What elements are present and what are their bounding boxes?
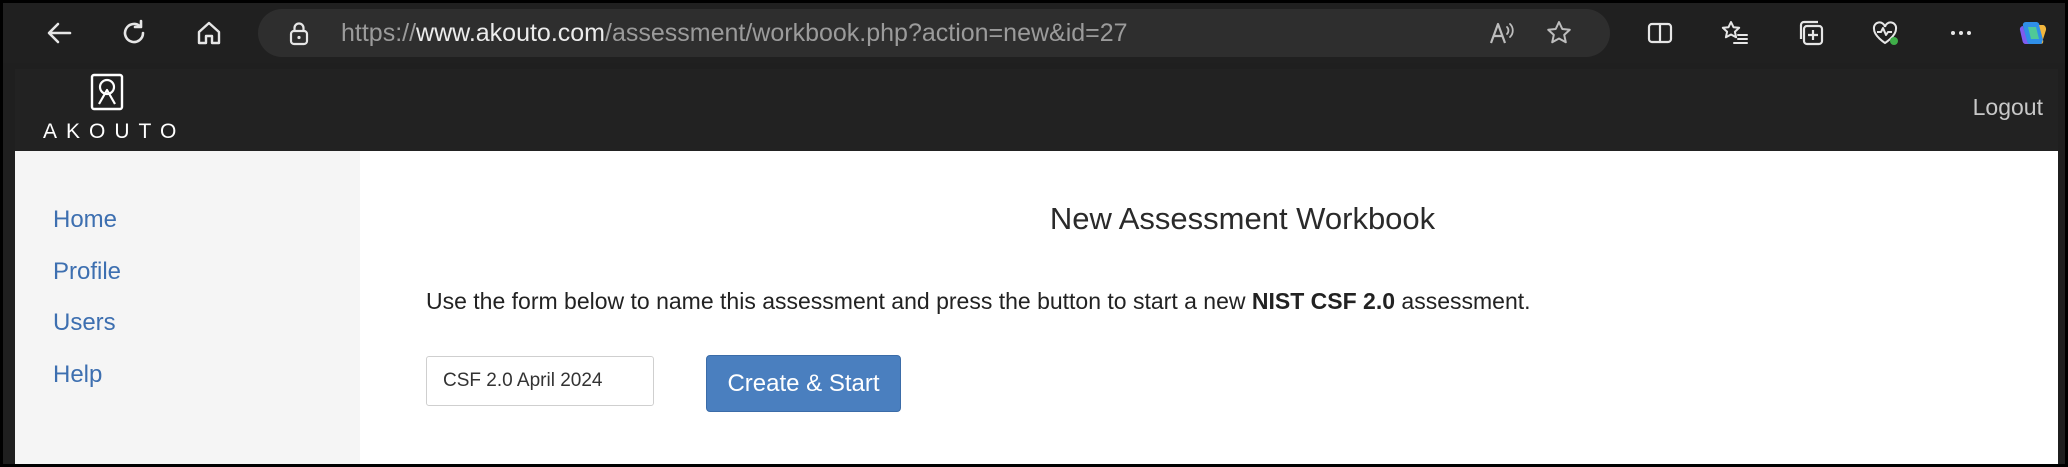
main-content: New Assessment Workbook Use the form bel… xyxy=(360,151,2058,464)
sidebar-item-profile[interactable]: Profile xyxy=(53,258,121,286)
akouto-logo-icon[interactable] xyxy=(90,73,124,111)
logout-link[interactable]: Logout xyxy=(1973,94,2043,121)
back-icon[interactable] xyxy=(39,15,79,51)
sidebar-item-users[interactable]: Users xyxy=(53,309,116,337)
intro-text: Use the form below to name this assessme… xyxy=(426,288,1531,315)
framework-name: NIST CSF 2.0 xyxy=(1251,288,1396,314)
sidebar-item-home[interactable]: Home xyxy=(53,206,117,234)
assessment-name-input[interactable] xyxy=(426,356,654,406)
url-text[interactable]: https://www.akouto.com/assessment/workbo… xyxy=(341,18,1128,48)
refresh-icon[interactable] xyxy=(114,15,154,51)
browser-essentials-icon[interactable] xyxy=(1865,15,1905,51)
read-aloud-icon[interactable] xyxy=(1488,19,1516,47)
favorites-icon[interactable] xyxy=(1715,15,1755,51)
logo-text[interactable]: AKOUTO xyxy=(43,120,185,144)
intro-after: assessment. xyxy=(1395,288,1531,314)
sidebar-item-help[interactable]: Help xyxy=(53,361,102,389)
sidebar: Home Profile Users Help xyxy=(15,151,360,464)
home-icon[interactable] xyxy=(189,15,229,51)
browser-window: https://www.akouto.com/assessment/workbo… xyxy=(0,0,2068,467)
split-screen-icon[interactable] xyxy=(1640,15,1680,51)
more-icon[interactable] xyxy=(1941,15,1981,51)
favorite-star-icon[interactable] xyxy=(1545,19,1573,47)
url-host: www.akouto.com xyxy=(416,19,606,47)
copilot-icon[interactable] xyxy=(2011,15,2055,51)
intro-before: Use the form below to name this assessme… xyxy=(426,288,1252,314)
site-header: AKOUTO Logout xyxy=(15,69,2058,151)
address-bar[interactable]: https://www.akouto.com/assessment/workbo… xyxy=(258,9,1610,57)
url-path: /assessment/workbook.php?action=new&id=2… xyxy=(605,19,1128,47)
create-start-button[interactable]: Create & Start xyxy=(706,355,901,412)
url-prefix: https:// xyxy=(341,19,417,47)
page-title: New Assessment Workbook xyxy=(1049,201,1436,236)
collections-icon[interactable] xyxy=(1791,15,1831,51)
lock-icon[interactable] xyxy=(286,20,312,46)
browser-toolbar: https://www.akouto.com/assessment/workbo… xyxy=(3,3,2065,63)
